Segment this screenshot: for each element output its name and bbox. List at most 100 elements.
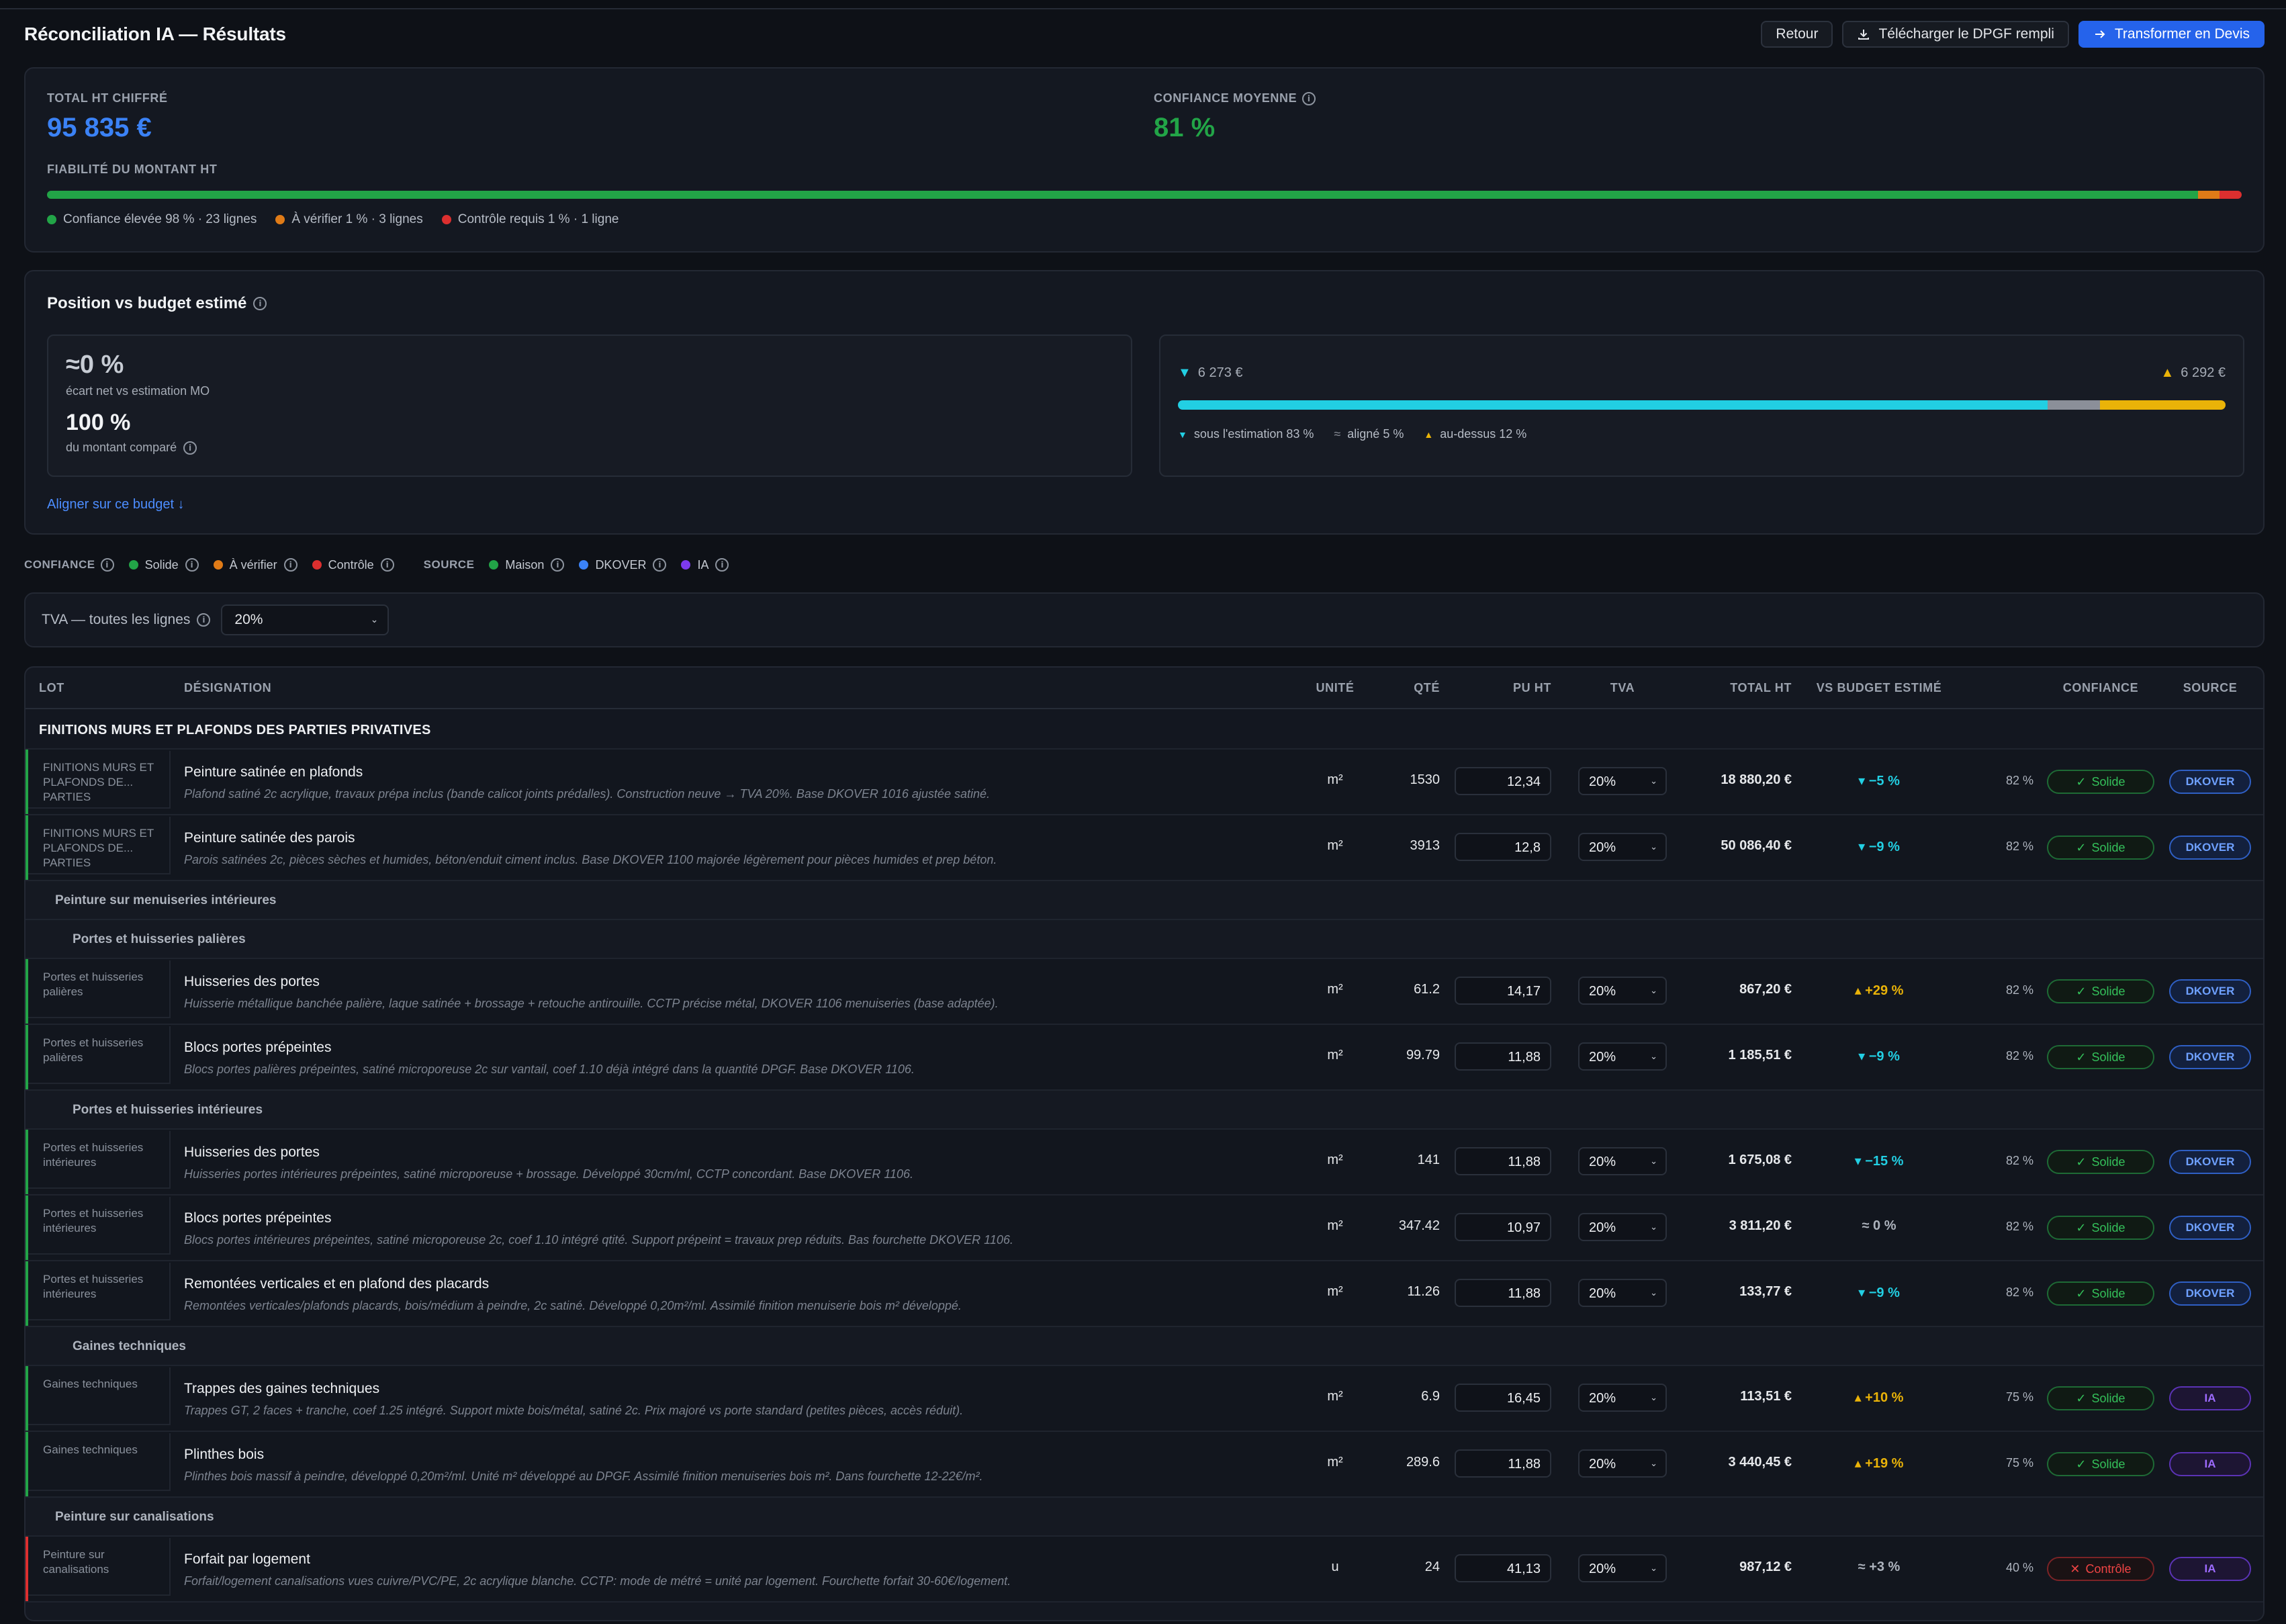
info-icon[interactable]: i xyxy=(183,441,197,455)
row-pu-input[interactable]: 12,8 xyxy=(1455,833,1551,861)
confidence-badge[interactable]: ✓ Solide xyxy=(2047,1452,2154,1476)
table-row[interactable]: FINITIONS MURS ET PLAFONDS DE... PARTIES… xyxy=(26,815,2263,881)
confidence-badge[interactable]: ✓ Solide xyxy=(2047,770,2154,794)
source-badge[interactable]: DKOVER xyxy=(2169,836,2251,860)
row-designation: Peinture satinée des parois xyxy=(184,830,355,846)
confidence-badge[interactable]: ✕ Contrôle xyxy=(2047,1557,2154,1581)
info-icon[interactable]: i xyxy=(551,558,565,572)
row-pu-input[interactable]: 14,17 xyxy=(1455,977,1551,1005)
row-designation: Forfait par logement xyxy=(184,1551,310,1567)
tva-all-select[interactable]: 20% ⌄ xyxy=(221,604,390,635)
col-lot[interactable]: LOT xyxy=(39,681,64,695)
table-row[interactable]: FINITIONS MURS ET PLAFONDS DE... PARTIES… xyxy=(26,750,2263,815)
back-button[interactable]: Retour xyxy=(1761,21,1833,48)
table-row[interactable]: Portes et huisseries intérieures Remonté… xyxy=(26,1261,2263,1327)
confidence-badge[interactable]: ✓ Solide xyxy=(2047,836,2154,860)
info-icon[interactable]: i xyxy=(380,558,394,572)
row-pu-input[interactable]: 11,88 xyxy=(1455,1042,1551,1071)
row-tva-select[interactable]: 20% ⌄ xyxy=(1578,977,1667,1005)
total-ht-value: 95 835 € xyxy=(47,113,152,142)
page: Réconciliation IA — Résultats Retour Tél… xyxy=(24,9,2265,1621)
row-tva-select[interactable]: 20% ⌄ xyxy=(1578,767,1667,795)
table-row[interactable]: Portes et huisseries intérieures Huisser… xyxy=(26,1130,2263,1196)
row-pu-input[interactable]: 11,88 xyxy=(1455,1449,1551,1478)
confidence-avg-value: 81 % xyxy=(1154,113,1216,142)
info-icon[interactable]: i xyxy=(715,558,729,572)
confidence-badge[interactable]: ✓ Solide xyxy=(2047,1386,2154,1410)
confidence-badge[interactable]: ✓ Solide xyxy=(2047,979,2154,1003)
row-pu-input[interactable]: 11,88 xyxy=(1455,1279,1551,1307)
confidence-badge[interactable]: ✓ Solide xyxy=(2047,1150,2154,1174)
table-row[interactable]: Portes et huisseries palières Blocs port… xyxy=(26,1025,2263,1091)
info-icon[interactable]: i xyxy=(197,613,211,627)
table-row[interactable]: Gaines techniques Plinthes bois Plinthes… xyxy=(26,1432,2263,1498)
col-vs-budget[interactable]: VS BUDGET ESTIMÉ xyxy=(1812,681,1946,695)
row-tva-select[interactable]: 20% ⌄ xyxy=(1578,1449,1667,1478)
row-designation: Peinture satinée en plafonds xyxy=(184,764,363,780)
table-row[interactable]: Gaines techniques Trappes des gaines tec… xyxy=(26,1366,2263,1432)
info-icon[interactable]: i xyxy=(185,558,199,572)
col-qte[interactable]: QTÉ xyxy=(1379,681,1440,695)
info-icon[interactable]: i xyxy=(253,297,267,310)
col-confidence[interactable]: CONFIANCE xyxy=(2033,681,2168,695)
row-pu-input[interactable]: 41,13 xyxy=(1455,1554,1551,1582)
table-row[interactable]: Peinture sur canalisations Forfait par l… xyxy=(26,1537,2263,1603)
row-description: Huisserie métallique banchée palière, la… xyxy=(184,997,999,1010)
filter-control[interactable]: Contrôle i xyxy=(312,558,394,572)
check-icon: ✓ xyxy=(2076,840,2087,855)
row-tva-select[interactable]: 20% ⌄ xyxy=(1578,1213,1667,1241)
filter-solid[interactable]: Solide i xyxy=(128,558,199,572)
table-row[interactable]: Portes et huisseries intérieures Blocs p… xyxy=(26,1196,2263,1261)
row-pu-input[interactable]: 16,45 xyxy=(1455,1384,1551,1412)
source-badge[interactable]: IA xyxy=(2169,1452,2251,1476)
confidence-badge[interactable]: ✓ Solide xyxy=(2047,1216,2154,1240)
row-tva-select[interactable]: 20% ⌄ xyxy=(1578,1279,1667,1307)
row-tva-value: 20% xyxy=(1589,1286,1616,1301)
filter-maison[interactable]: Maison i xyxy=(489,558,565,572)
row-total: 3 440,45 € xyxy=(1728,1455,1792,1470)
filter-control-label: Contrôle xyxy=(328,557,374,572)
row-tva-select[interactable]: 20% ⌄ xyxy=(1578,1042,1667,1071)
col-total[interactable]: TOTAL HT xyxy=(1664,681,1792,695)
source-badge[interactable]: DKOVER xyxy=(2169,1216,2251,1240)
download-dpgf-button[interactable]: Télécharger le DPGF rempli xyxy=(1842,21,2069,48)
row-total: 18 880,20 € xyxy=(1721,772,1792,787)
info-icon[interactable]: i xyxy=(1302,91,1316,105)
source-badge[interactable]: DKOVER xyxy=(2169,1150,2251,1174)
row-pu-input[interactable]: 11,88 xyxy=(1455,1147,1551,1175)
row-tva-select[interactable]: 20% ⌄ xyxy=(1578,1147,1667,1175)
source-badge[interactable]: DKOVER xyxy=(2169,1045,2251,1069)
filter-ia[interactable]: IA i xyxy=(681,558,729,572)
confidence-badge[interactable]: ✓ Solide xyxy=(2047,1281,2154,1306)
filter-check[interactable]: À vérifier i xyxy=(213,558,298,572)
align-budget-link[interactable]: Aligner sur ce budget ↓ xyxy=(47,497,185,512)
info-icon[interactable]: i xyxy=(653,558,667,572)
info-icon[interactable]: i xyxy=(100,558,114,572)
filter-dkover[interactable]: DKOVER i xyxy=(579,558,667,572)
info-icon[interactable]: i xyxy=(283,558,298,572)
col-unit[interactable]: UNITÉ xyxy=(1308,681,1362,695)
col-pu[interactable]: PU HT xyxy=(1455,681,1551,695)
legend-aligned: ≈ aligné 5 % xyxy=(1334,427,1404,441)
row-tva-select[interactable]: 20% ⌄ xyxy=(1578,833,1667,861)
triangle-up-icon: ▲ xyxy=(2160,365,2175,380)
row-tva-select[interactable]: 20% ⌄ xyxy=(1578,1554,1667,1582)
source-badge[interactable]: DKOVER xyxy=(2169,979,2251,1003)
col-source[interactable]: SOURCE xyxy=(2169,681,2251,695)
source-badge[interactable]: DKOVER xyxy=(2169,770,2251,794)
transform-devis-button[interactable]: Transformer en Devis xyxy=(2078,21,2265,48)
source-badge[interactable]: DKOVER xyxy=(2169,1281,2251,1306)
row-tva-value: 20% xyxy=(1589,984,1616,999)
table-row[interactable]: Portes et huisseries palières Huisseries… xyxy=(26,959,2263,1025)
source-badge[interactable]: IA xyxy=(2169,1557,2251,1581)
row-tva-select[interactable]: 20% ⌄ xyxy=(1578,1384,1667,1412)
confidence-avg-label: CONFIANCE MOYENNE xyxy=(1154,91,1297,105)
col-designation[interactable]: DÉSIGNATION xyxy=(184,681,271,695)
confidence-badge[interactable]: ✓ Solide xyxy=(2047,1045,2154,1069)
source-badge[interactable]: IA xyxy=(2169,1386,2251,1410)
col-tva[interactable]: TVA xyxy=(1578,681,1667,695)
orange-dot-icon xyxy=(213,560,223,570)
red-dot-icon xyxy=(312,560,322,570)
row-pu-input[interactable]: 12,34 xyxy=(1455,767,1551,795)
row-pu-input[interactable]: 10,97 xyxy=(1455,1213,1551,1241)
